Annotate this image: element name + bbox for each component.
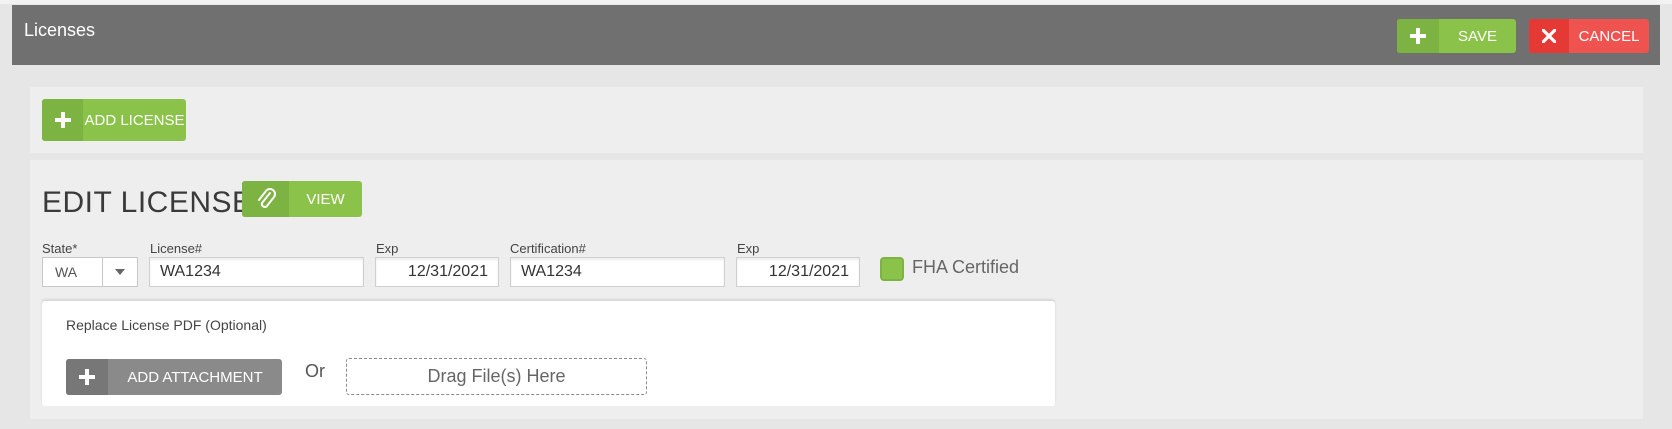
cancel-label: CANCEL <box>1578 27 1640 45</box>
add-attachment-label: ADD ATTACHMENT <box>127 368 263 386</box>
view-label: VIEW <box>306 190 345 208</box>
caret-down-icon <box>103 258 137 286</box>
add-license-button[interactable]: ADD LICENSE <box>42 99 186 141</box>
license-number-label: License# <box>150 241 203 256</box>
fha-certified-label: FHA Certified <box>912 257 1020 277</box>
file-dropzone[interactable]: Drag File(s) Here <box>346 358 647 395</box>
state-label: State* <box>42 241 78 256</box>
close-icon <box>1529 19 1569 53</box>
toolbar-panel <box>30 87 1643 153</box>
plus-icon <box>1397 19 1439 53</box>
state-value: WA <box>43 258 103 286</box>
certification-number-input[interactable]: WA1234 <box>510 257 725 287</box>
certification-number-label: Certification# <box>510 241 586 256</box>
add-license-label: ADD LICENSE <box>84 111 185 129</box>
top-border <box>0 0 1672 4</box>
license-number-input[interactable]: WA1234 <box>149 257 364 287</box>
view-button[interactable]: VIEW <box>242 181 362 217</box>
add-attachment-button[interactable]: ADD ATTACHMENT <box>66 359 282 395</box>
plus-icon <box>42 99 83 141</box>
or-text: Or <box>305 361 325 381</box>
state-select[interactable]: WA <box>42 257 138 287</box>
certification-exp-label: Exp <box>737 241 760 256</box>
paperclip-icon <box>242 181 289 217</box>
cancel-button[interactable]: CANCEL <box>1529 19 1649 53</box>
edit-license-title: EDIT LICENSE <box>42 186 253 219</box>
save-button[interactable]: SAVE <box>1397 19 1516 53</box>
certification-exp-input[interactable]: 12/31/2021 <box>736 257 860 287</box>
license-exp-input[interactable]: 12/31/2021 <box>375 257 499 287</box>
replace-pdf-label: Replace License PDF (Optional) <box>66 317 267 333</box>
fha-certified-checkbox[interactable] <box>880 257 904 281</box>
license-exp-label: Exp <box>376 241 399 256</box>
plus-icon <box>66 359 108 395</box>
save-label: SAVE <box>1458 27 1497 45</box>
page-title: Licenses <box>24 20 96 40</box>
